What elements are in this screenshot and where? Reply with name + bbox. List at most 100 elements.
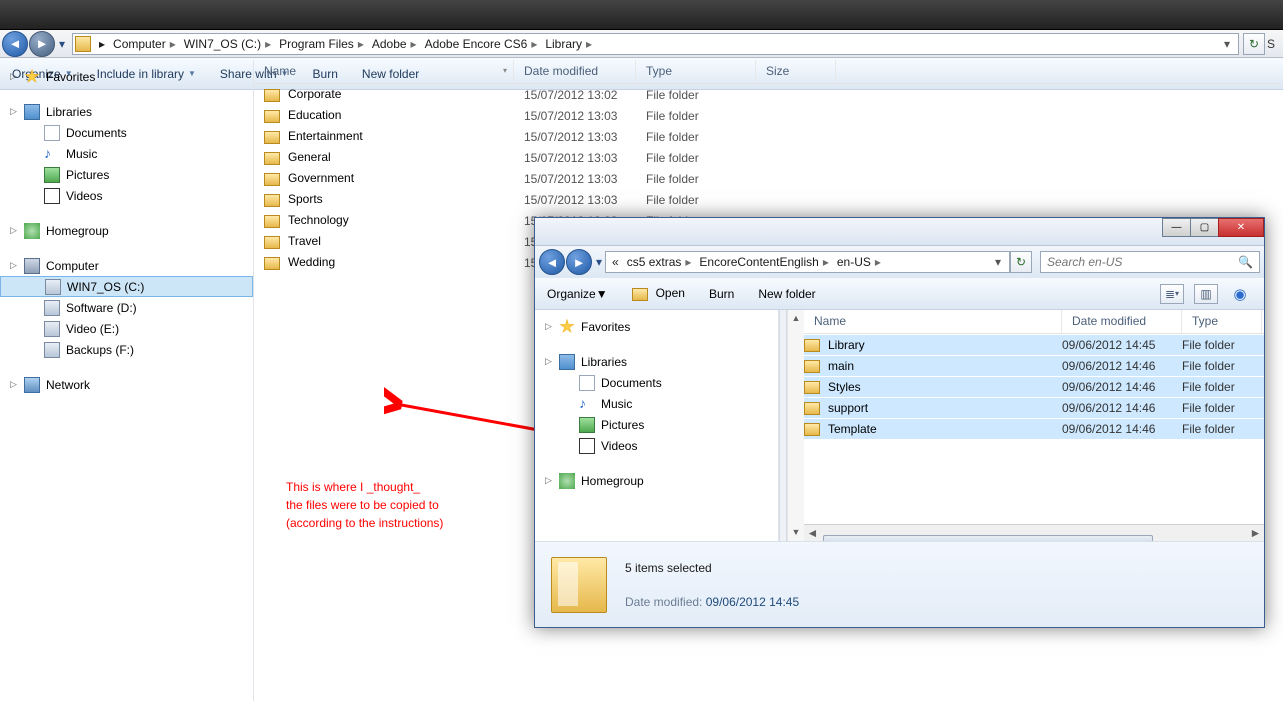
col-name[interactable]: Name (804, 310, 1062, 333)
col-date[interactable]: Date modified (514, 60, 636, 83)
breadcrumb[interactable]: EncoreContentEnglish▸ (695, 252, 832, 272)
folder-icon (804, 339, 820, 352)
breadcrumb[interactable]: cs5 extras▸ (623, 252, 696, 272)
computer-node[interactable]: ▷Computer (0, 255, 253, 276)
videos-node[interactable]: Videos (0, 185, 253, 206)
col-type[interactable]: Type (636, 60, 756, 83)
table-row[interactable]: Corporate15/07/2012 13:02File folder (254, 84, 1283, 105)
newfolder-button[interactable]: New folder (758, 287, 815, 301)
address-dropdown[interactable]: ▾ (989, 255, 1007, 269)
drive-d-node[interactable]: Software (D:) (0, 297, 253, 318)
folder-thumbnail-icon (551, 557, 607, 613)
breadcrumb[interactable]: ▸ (95, 34, 109, 54)
breadcrumb[interactable]: WIN7_OS (C:)▸ (180, 34, 275, 54)
refresh-button[interactable]: ↻ (1010, 251, 1032, 273)
libraries-node[interactable]: ▷Libraries (0, 101, 253, 122)
history-dropdown[interactable]: ▾ (593, 255, 605, 269)
col-date[interactable]: Date modified (1062, 310, 1182, 333)
forward-button[interactable]: ► (566, 249, 592, 275)
video-icon (579, 438, 595, 454)
homegroup-node[interactable]: ▷Homegroup (535, 470, 778, 491)
libraries-icon (24, 104, 40, 120)
col-name[interactable]: Name▾ (254, 60, 514, 83)
breadcrumb[interactable]: Program Files▸ (275, 34, 368, 54)
search-box[interactable]: 🔍 (1040, 251, 1260, 273)
drive-e-node[interactable]: Video (E:) (0, 318, 253, 339)
drive-c-node[interactable]: WIN7_OS (C:) (0, 276, 253, 297)
table-row[interactable]: Library09/06/2012 14:45File folder (804, 334, 1264, 355)
picture-icon (44, 167, 60, 183)
maximize-button[interactable]: ▢ (1190, 218, 1219, 237)
folder-icon (264, 152, 280, 165)
secondary-window: — ▢ ✕ ◄ ► ▾ « cs5 extras▸ EncoreContentE… (534, 217, 1265, 628)
horizontal-scrollbar[interactable]: ◄► (804, 524, 1264, 541)
network-icon (24, 377, 40, 393)
network-node[interactable]: ▷Network (0, 374, 253, 395)
address-bar[interactable]: ▸ Computer▸ WIN7_OS (C:)▸ Program Files▸… (72, 33, 1239, 55)
videos-node[interactable]: Videos (535, 435, 778, 456)
breadcrumb[interactable]: Adobe▸ (368, 34, 421, 54)
homegroup-node[interactable]: ▷Homegroup (0, 220, 253, 241)
table-row[interactable]: Entertainment15/07/2012 13:03File folder (254, 126, 1283, 147)
folder-icon (804, 381, 820, 394)
music-icon: ♪ (44, 146, 60, 162)
col-size[interactable]: Size (756, 60, 836, 83)
forward-button[interactable]: ► (29, 31, 55, 57)
col-type[interactable]: Type (1182, 310, 1262, 333)
pictures-node[interactable]: Pictures (0, 164, 253, 185)
minimize-button[interactable]: — (1162, 218, 1191, 237)
table-row[interactable]: main09/06/2012 14:46File folder (804, 355, 1264, 376)
help-button[interactable]: ◉ (1228, 284, 1252, 304)
view-button[interactable]: ≣▾ (1160, 284, 1184, 304)
address-bar[interactable]: « cs5 extras▸ EncoreContentEnglish▸ en-U… (605, 251, 1010, 273)
address-dropdown[interactable]: ▾ (1218, 37, 1236, 51)
breadcrumb[interactable]: en-US▸ (833, 252, 885, 272)
preview-pane-button[interactable]: ▥ (1194, 284, 1218, 304)
toolbar: Organize▼ Open Burn New folder ≣▾ ▥ ◉ (535, 278, 1264, 310)
breadcrumb[interactable]: Computer▸ (109, 34, 180, 54)
burn-button[interactable]: Burn (709, 287, 734, 301)
pane-splitter[interactable] (779, 310, 787, 541)
pictures-node[interactable]: Pictures (535, 414, 778, 435)
title-bar (0, 0, 1283, 30)
folder-icon (264, 215, 280, 228)
search-hint: S (1267, 33, 1281, 55)
folder-open-icon (632, 288, 648, 301)
breadcrumb[interactable]: Adobe Encore CS6▸ (421, 34, 542, 54)
history-dropdown[interactable]: ▾ (56, 37, 68, 51)
favorites-node[interactable]: ▷Favorites (535, 316, 778, 337)
breadcrumb[interactable]: « (608, 252, 623, 272)
organize-button[interactable]: Organize▼ (547, 287, 608, 301)
drive-f-node[interactable]: Backups (F:) (0, 339, 253, 360)
folder-icon (264, 89, 280, 102)
table-row[interactable]: Template09/06/2012 14:46File folder (804, 418, 1264, 439)
close-button[interactable]: ✕ (1218, 218, 1264, 237)
libraries-node[interactable]: ▷Libraries (535, 351, 778, 372)
open-button[interactable]: Open (632, 286, 685, 300)
documents-node[interactable]: Documents (535, 372, 778, 393)
folder-icon (264, 131, 280, 144)
music-node[interactable]: ♪Music (0, 143, 253, 164)
documents-node[interactable]: Documents (0, 122, 253, 143)
navigation-pane: ▷Favorites ▷Libraries Documents ♪Music P… (535, 310, 779, 541)
table-row[interactable]: Styles09/06/2012 14:46File folder (804, 376, 1264, 397)
folder-icon (264, 173, 280, 186)
favorites-node[interactable]: ▷Favorites (0, 66, 253, 87)
back-button[interactable]: ◄ (539, 249, 565, 275)
folder-icon (264, 194, 280, 207)
table-row[interactable]: support09/06/2012 14:46File folder (804, 397, 1264, 418)
back-button[interactable]: ◄ (2, 31, 28, 57)
table-row[interactable]: General15/07/2012 13:03File folder (254, 147, 1283, 168)
picture-icon (579, 417, 595, 433)
table-row[interactable]: Sports15/07/2012 13:03File folder (254, 189, 1283, 210)
music-node[interactable]: ♪Music (535, 393, 778, 414)
search-input[interactable] (1047, 255, 1238, 269)
breadcrumb[interactable]: Library▸ (541, 34, 596, 54)
details-pane: 5 items selected Date modified: 09/06/20… (535, 541, 1264, 627)
date-modified-label: Date modified: 09/06/2012 14:45 (625, 595, 799, 609)
sidebar-scrollbar[interactable]: ▲▼ (787, 310, 804, 541)
table-row[interactable]: Education15/07/2012 13:03File folder (254, 105, 1283, 126)
refresh-button[interactable]: ↻ (1243, 33, 1265, 55)
table-row[interactable]: Government15/07/2012 13:03File folder (254, 168, 1283, 189)
window-titlebar[interactable]: — ▢ ✕ (535, 218, 1264, 246)
